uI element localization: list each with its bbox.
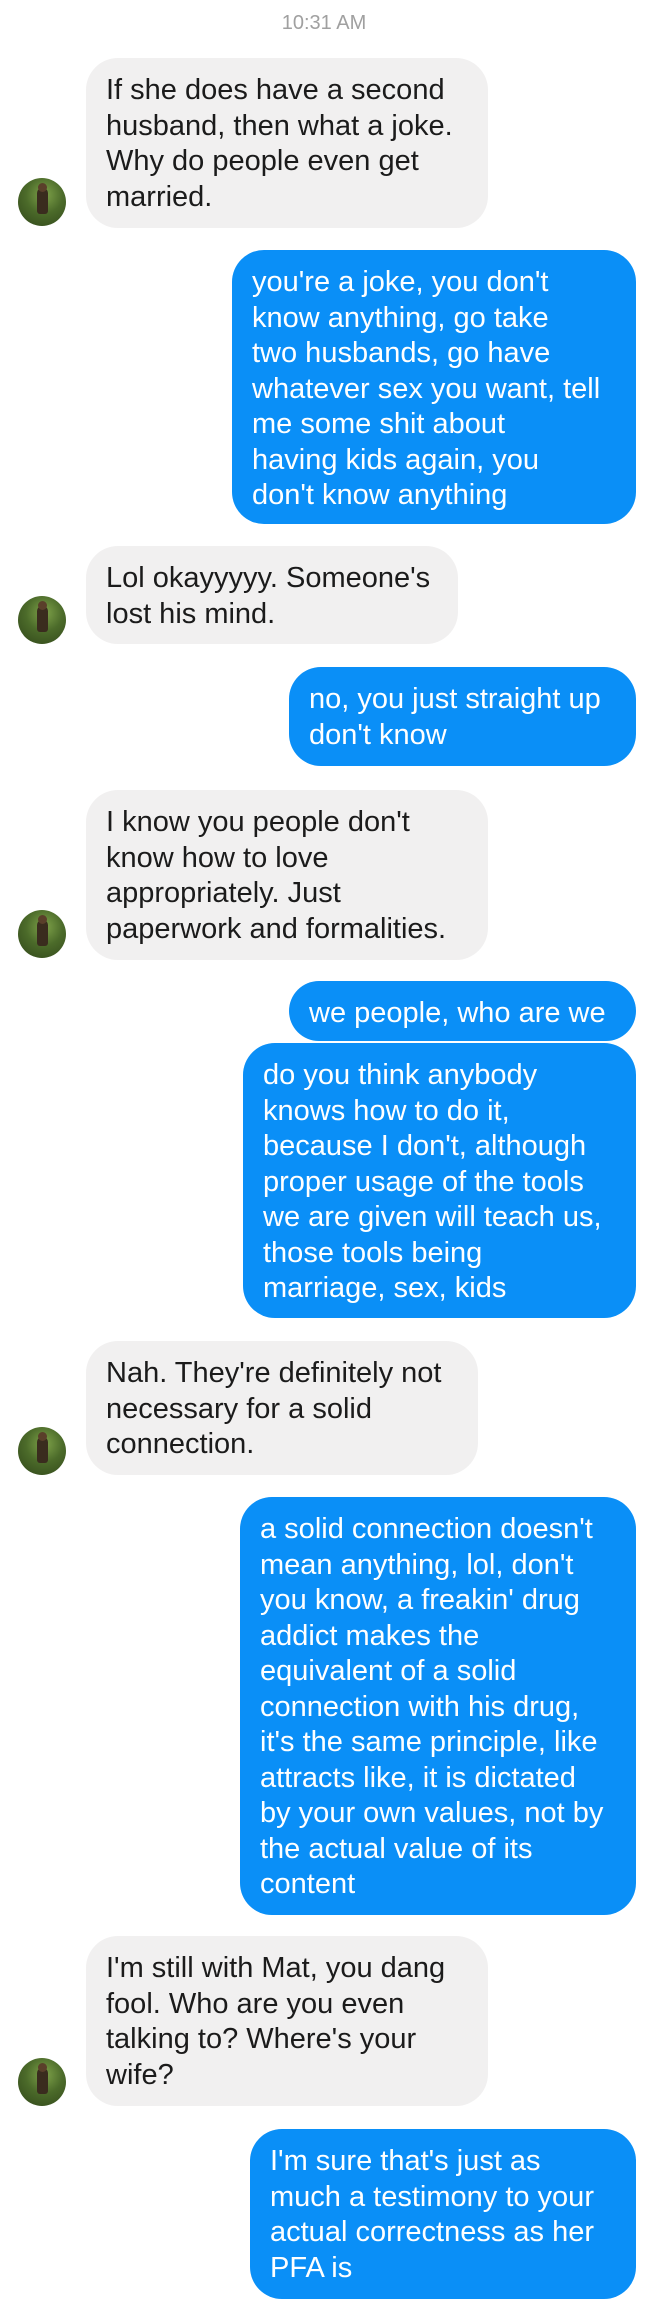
message-line: paperwork and formalities. — [106, 912, 447, 945]
message-line: you're a joke, you don't — [252, 266, 549, 298]
message-line: a solid connection doesn't — [260, 1513, 593, 1545]
message-line: addict makes the — [260, 1619, 480, 1652]
message-line: appropriately. Just — [106, 877, 341, 909]
incoming-message-bubble[interactable]: If she does have a second husband, then w… — [86, 58, 488, 228]
message-line: I'm still with Mat, you dang — [106, 1952, 446, 1984]
contact-avatar-icon[interactable] — [18, 1427, 66, 1475]
message-line: marriage, sex, kids — [263, 1272, 507, 1304]
message-line: connection. — [106, 1428, 255, 1460]
contact-avatar-icon[interactable] — [18, 178, 66, 226]
message-line: attracts like, it is dictated — [260, 1761, 576, 1794]
message-line: no, you just straight up — [309, 683, 601, 715]
message-line: we are given will teach us, — [263, 1201, 602, 1233]
outgoing-message-bubble[interactable]: no, you just straight up don't know — [289, 667, 636, 766]
message-line: those tools being — [263, 1236, 483, 1269]
timestamp-label: 10:31 AM — [281, 12, 367, 34]
message-line: actual correctness as her — [270, 2216, 594, 2248]
message-line: I know you people don't — [106, 806, 410, 838]
outgoing-message-bubble[interactable]: do you think anybody knows how to do it, b… — [243, 1043, 636, 1318]
message-line: content — [260, 1868, 356, 1900]
avatar-figure-head — [38, 1432, 47, 1441]
message-line: much a testimony to your — [270, 2180, 594, 2213]
message-line: husband, then what a joke. — [106, 109, 453, 142]
message-line: don't know — [309, 718, 447, 751]
message-line: we people, who are we — [309, 997, 606, 1029]
message-line: I'm sure that's just as — [270, 2145, 541, 2177]
message-line: equivalent of a solid — [260, 1655, 517, 1687]
message-line: talking to? Where's your — [106, 2023, 417, 2055]
message-line: don't know anything — [252, 479, 508, 511]
message-line: because I don't, although — [263, 1130, 587, 1162]
outgoing-message-bubble[interactable]: a solid connection doesn't mean anything,… — [240, 1497, 636, 1915]
message-line: knows how to do it, — [263, 1094, 510, 1127]
outgoing-message-bubble[interactable]: we people, who are we — [289, 981, 636, 1041]
message-line: do you think anybody — [263, 1059, 538, 1091]
message-line: whatever sex you want, tell — [252, 372, 601, 405]
incoming-message-bubble[interactable]: I know you people don't know how to love a… — [86, 790, 488, 960]
message-line: proper usage of the tools — [263, 1165, 584, 1198]
message-line: Why do people even get — [106, 145, 419, 177]
message-line: you know, a freakin' drug — [260, 1584, 580, 1616]
message-line: the actual value of its — [260, 1832, 533, 1865]
message-line: two husbands, go have — [252, 337, 551, 369]
message-line: connection with his drug, — [260, 1690, 580, 1723]
contact-avatar-icon[interactable] — [18, 596, 66, 644]
incoming-message-bubble[interactable]: Lol okayyyyy. Someone's lost his mind. — [86, 546, 458, 644]
message-line: having kids again, you — [252, 443, 539, 476]
message-line: fool. Who are you even — [106, 1987, 405, 2020]
message-line: wife? — [106, 2058, 174, 2091]
message-line: PFA is — [270, 2251, 353, 2284]
message-line: married. — [106, 180, 213, 213]
message-line: Lol okayyyyy. Someone's — [106, 562, 431, 594]
avatar-figure-head — [38, 601, 47, 610]
message-line: necessary for a solid — [106, 1392, 372, 1425]
message-line: If she does have a second — [106, 74, 445, 106]
outgoing-message-bubble[interactable]: I'm sure that's just as much a testimony … — [250, 2129, 636, 2299]
message-line: it's the same principle, like — [260, 1726, 598, 1758]
message-line: by your own values, not by — [260, 1797, 604, 1829]
avatar-figure-head — [38, 183, 47, 192]
message-line: mean anything, lol, don't — [260, 1548, 574, 1581]
message-line: Nah. They're definitely not — [106, 1357, 442, 1389]
message-line: lost his mind. — [106, 597, 276, 630]
message-line: know how to love — [106, 841, 329, 874]
avatar-figure-head — [38, 915, 47, 924]
message-line: me some shit about — [252, 408, 506, 440]
message-line: know anything, go take — [252, 301, 549, 334]
incoming-message-bubble[interactable]: Nah. They're definitely not necessary for… — [86, 1341, 478, 1475]
avatar-figure-head — [38, 2063, 47, 2072]
outgoing-message-bubble[interactable]: you're a joke, you don't know anything, g… — [232, 250, 636, 524]
contact-avatar-icon[interactable] — [18, 2058, 66, 2106]
contact-avatar-icon[interactable] — [18, 910, 66, 958]
incoming-message-bubble[interactable]: I'm still with Mat, you dang fool. Who ar… — [86, 1936, 488, 2106]
